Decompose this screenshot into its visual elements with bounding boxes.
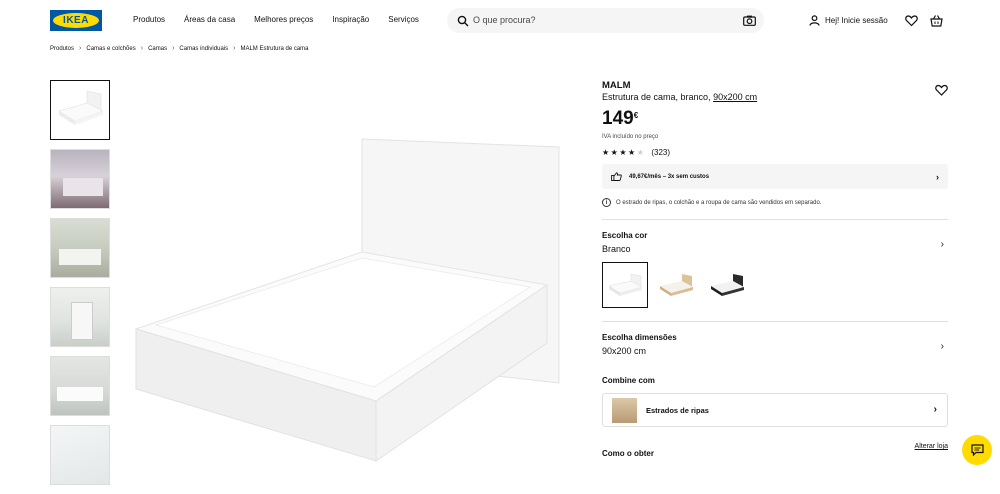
price-value: 149 bbox=[602, 108, 634, 129]
chevron-right-icon: › bbox=[940, 239, 944, 250]
review-count: (323) bbox=[651, 148, 671, 157]
top-bar: IKEA Produtos Áreas da casa Melhores pre… bbox=[0, 0, 1000, 42]
info-note: i O estrado de ripas, o colchão e a roup… bbox=[602, 198, 948, 207]
color-swatches bbox=[602, 262, 948, 308]
main-product-image[interactable] bbox=[130, 125, 570, 465]
search-icon bbox=[457, 15, 469, 27]
combine-item-label: Estrados de ripas bbox=[646, 405, 709, 415]
thumbnail-2[interactable] bbox=[50, 149, 110, 209]
bed-thumbnail-image bbox=[58, 90, 104, 125]
thumbnail-5[interactable] bbox=[50, 356, 110, 416]
account-link[interactable]: Hej! Inicie sessão bbox=[809, 15, 888, 26]
nav-produtos[interactable]: Produtos bbox=[133, 15, 165, 24]
user-icon bbox=[809, 15, 820, 26]
price: 149 € bbox=[602, 108, 948, 130]
oak-bed-swatch bbox=[660, 274, 693, 296]
favourite-heart-icon[interactable] bbox=[935, 84, 948, 96]
crumb-current: MALM Estrutura de cama bbox=[240, 45, 309, 52]
financing-text: 49,67€/mês – 3x sem custos bbox=[629, 173, 710, 180]
chevron-right-icon: › bbox=[140, 45, 144, 52]
logo-text: IKEA bbox=[63, 15, 89, 26]
combine-title: Combine com bbox=[602, 376, 655, 385]
nav-areas-da-casa[interactable]: Áreas da casa bbox=[184, 15, 235, 24]
rating[interactable]: ★★★★★ (323) bbox=[602, 148, 948, 157]
black-bed-swatch bbox=[711, 274, 744, 296]
price-currency: € bbox=[633, 111, 639, 120]
thumbnail-3[interactable] bbox=[50, 218, 110, 278]
thumbnail-4[interactable] bbox=[50, 287, 110, 347]
thumbs-up-icon bbox=[611, 172, 622, 181]
crumb-camas-e-colchoes[interactable]: Camas e colchões bbox=[86, 46, 135, 52]
account-label: Hej! Inicie sessão bbox=[825, 16, 888, 25]
combine-section: Combine com Estrados de ripas › bbox=[602, 376, 948, 427]
color-selector[interactable]: Escolha cor Branco › bbox=[602, 220, 948, 321]
ikea-logo[interactable]: IKEA bbox=[50, 10, 102, 31]
combine-item-slatted-base[interactable]: Estrados de ripas › bbox=[602, 393, 948, 427]
swatch-oak[interactable] bbox=[653, 262, 699, 308]
description-text: Estrutura de cama, branco, bbox=[602, 92, 711, 102]
size-section-title: Escolha dimensões bbox=[602, 333, 677, 342]
get-title: Como o obter bbox=[602, 449, 654, 458]
size-section-value: 90x200 cm bbox=[602, 346, 647, 356]
breadcrumb: Produtos › Camas e colchões › Camas › Camas… bbox=[50, 45, 309, 52]
product-info-panel: MALM Estrutura de cama, branco, 90x200 c… bbox=[602, 80, 948, 458]
chat-icon bbox=[970, 444, 984, 456]
nav-melhores-precos[interactable]: Melhores preços bbox=[254, 15, 313, 24]
bedroom-photo bbox=[63, 178, 103, 196]
info-icon: i bbox=[602, 198, 611, 207]
search-input[interactable]: O que procura? bbox=[473, 15, 536, 25]
chevron-right-icon: › bbox=[79, 45, 82, 52]
color-section-value: Branco bbox=[602, 244, 631, 254]
info-note-text: O estrado de ripas, o colchão e a roupa … bbox=[616, 199, 822, 206]
get-section: Como o obter Alterar loja bbox=[602, 443, 948, 458]
bedroom-photo bbox=[57, 387, 103, 401]
search-bar[interactable]: O que procura? bbox=[447, 8, 764, 33]
chevron-right-icon: › bbox=[172, 45, 175, 52]
crumb-camas-individuais[interactable]: Camas individuais bbox=[179, 46, 228, 52]
star-rating-icon: ★★★★★ bbox=[602, 148, 646, 157]
size-link[interactable]: 90x200 cm bbox=[713, 92, 757, 102]
image-thumbnails bbox=[50, 80, 110, 494]
product-name: MALM bbox=[602, 80, 631, 91]
product-description: Estrutura de cama, branco, 90x200 cm bbox=[602, 92, 948, 102]
chevron-right-icon: › bbox=[940, 341, 944, 352]
chevron-right-icon: › bbox=[936, 172, 939, 182]
swatch-white[interactable] bbox=[602, 262, 648, 308]
bedroom-photo bbox=[59, 249, 101, 265]
bedroom-photo bbox=[71, 302, 93, 340]
main-nav: Produtos Áreas da casa Melhores preços I… bbox=[133, 15, 438, 24]
chat-button[interactable] bbox=[962, 435, 992, 465]
change-store-link[interactable]: Alterar loja bbox=[915, 443, 948, 450]
slatted-base-image bbox=[612, 397, 637, 423]
chevron-right-icon: › bbox=[233, 45, 236, 52]
thumbnail-6[interactable] bbox=[50, 425, 110, 485]
crumb-camas[interactable]: Camas bbox=[148, 46, 167, 52]
shopping-bag-icon[interactable] bbox=[930, 14, 943, 27]
white-bed-swatch bbox=[608, 273, 643, 296]
nav-servicos[interactable]: Serviços bbox=[388, 15, 419, 24]
crumb-produtos[interactable]: Produtos bbox=[50, 46, 74, 52]
swatch-black[interactable] bbox=[704, 262, 750, 308]
financing-option[interactable]: 49,67€/mês – 3x sem custos › bbox=[602, 164, 948, 189]
color-section-title: Escolha cor bbox=[602, 231, 648, 240]
chevron-right-icon: › bbox=[933, 404, 937, 415]
vat-note: IVA incluído no preço bbox=[602, 134, 659, 140]
nav-inspiracao[interactable]: Inspiração bbox=[332, 15, 369, 24]
heart-icon[interactable] bbox=[905, 14, 918, 27]
camera-search-icon[interactable] bbox=[743, 15, 756, 26]
size-selector[interactable]: Escolha dimensões 90x200 cm › bbox=[602, 322, 948, 370]
thumbnail-1[interactable] bbox=[50, 80, 110, 140]
